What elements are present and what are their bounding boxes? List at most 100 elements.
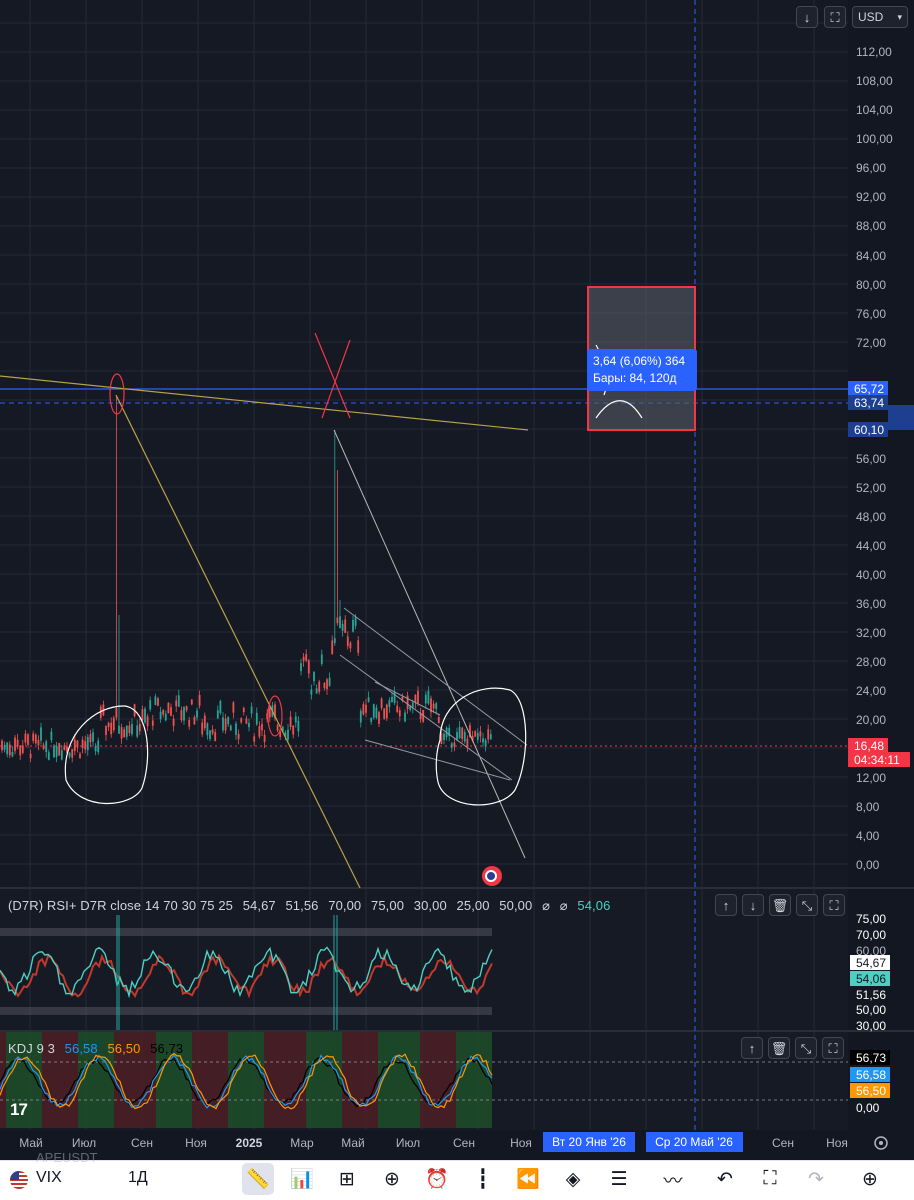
candle-body [323,683,326,689]
maximize-icon[interactable]: ⛶ [822,1037,844,1059]
candle-body [206,723,209,736]
candle-body [367,697,370,702]
candle-body [385,704,388,719]
candle-body [19,745,22,756]
chart-canvas[interactable]: 112,00 108,00 104,00 100,00 96,00 92,00 88,00 8… [0,0,914,1160]
chart-up-icon[interactable]: 📊 [289,1166,315,1192]
grid-icon[interactable]: ⊞ [334,1166,360,1192]
candle-body [203,715,206,729]
currency-select[interactable]: USD ▾ [852,6,908,28]
candle-body [55,745,58,757]
candle-body [172,718,175,726]
candle-body [136,725,139,737]
add-user-icon[interactable]: ⊕ [857,1166,883,1192]
rsi-legend[interactable]: (D7R) RSI+ D7R close 14 70 30 75 25 54,6… [8,898,616,914]
kdj-stripe [474,1032,480,1128]
collapse-icon[interactable]: ⤡ [796,894,818,916]
candle-body [276,725,279,731]
time-label: Сен [131,1136,153,1150]
alarm-icon[interactable]: ⏰ [424,1166,450,1192]
rsi-axis-labels: 75,0070,0060,0054,6754,0651,5650,0030,00 [850,912,890,1033]
candle-body [21,745,24,753]
candle-body [177,695,180,707]
undo-icon[interactable]: ↶ [712,1166,738,1192]
candles-icon[interactable]: ┇ [470,1166,496,1192]
candle-body [359,710,362,723]
candle-body [1,740,3,751]
kdj-stripe [444,1032,450,1128]
price-tag: 65,72 [854,382,884,396]
candle-body [310,689,313,695]
candle-body [302,656,305,661]
arrow-up-icon[interactable]: ↑ [741,1037,763,1059]
candle-body [487,729,490,740]
settings-sliders-icon[interactable]: ☰ [606,1166,632,1192]
symbol-button[interactable]: VIX [36,1169,62,1187]
candle-body [258,725,261,737]
redo-icon[interactable]: ↷ [803,1166,829,1192]
trash-icon[interactable]: 🗑 [769,894,791,916]
time-label: Сен [772,1136,794,1150]
plus-circle-icon[interactable]: ⊕ [379,1166,405,1192]
candle-body [287,729,289,740]
compare-icon[interactable]: 〰 [660,1166,686,1192]
candle-body [159,711,162,720]
candle-body [261,723,263,731]
candle-body [248,722,250,728]
maximize-icon[interactable]: ⛶ [823,894,845,916]
price-tag: 60,10 [854,423,884,437]
rsi-value-3: 75,00 [371,898,405,913]
kdj-axis-label: 56,58 [856,1068,886,1082]
candle-body [29,753,32,759]
candle-body [60,750,63,760]
trash-icon[interactable]: 🗑 [768,1037,790,1059]
candle-body [164,713,167,721]
candle-body [388,700,391,707]
candle-body [16,739,19,747]
candle-body [3,745,6,750]
time-label: Ноя [185,1136,207,1150]
candle-body [450,743,453,748]
candle-body [227,716,230,725]
arrow-down-icon[interactable]: ↓ [742,894,764,916]
kdj-stripe [258,1032,264,1128]
collapse-icon[interactable]: ⤡ [795,1037,817,1059]
rsi-symbol-a: ⌀ [542,898,550,913]
candle-body [370,717,373,722]
candle-body [354,616,357,626]
candle-body [380,698,383,709]
ruler-icon[interactable]: 📏 [242,1163,274,1195]
kdj-stripe [240,1032,246,1128]
candle-body [14,737,16,752]
kdj-pane-tools: ↑ 🗑 ⤡ ⛶ [741,1037,844,1059]
kdj-stripe [330,1032,336,1128]
rewind-icon[interactable]: ⏪ [515,1166,541,1192]
rsi-value-4: 30,00 [413,898,447,913]
kdj-stripe [192,1032,198,1128]
candle-body [318,681,321,692]
candle-body [58,743,61,756]
fullscreen-icon[interactable]: ⛶ [824,6,846,28]
interval-button[interactable]: 1Д [128,1169,148,1187]
candle-body [162,709,165,715]
price-label: 76,00 [856,307,886,321]
kdj-legend[interactable]: KDJ 9 3 56,58 56,50 56,73 [8,1041,189,1056]
candle-body [300,663,302,672]
candle-body [253,736,256,742]
candle-body [424,694,427,704]
candle-body [240,718,243,723]
candle-body [307,660,310,674]
candle-body [131,723,133,735]
candle-body [232,702,235,713]
arrow-up-icon[interactable]: ↑ [715,894,737,916]
kdj-stripe [462,1032,468,1128]
candle-body [157,698,159,706]
kdj-stripe [396,1032,402,1128]
rsi-value-6: 50,00 [499,898,533,913]
fullscreen-icon[interactable]: ⛶ [757,1166,783,1192]
arrow-down-icon[interactable]: ↓ [796,6,818,28]
kdj-title: KDJ 9 3 [8,1041,55,1056]
price-label: 48,00 [856,510,886,524]
layers-icon[interactable]: ◈ [560,1166,586,1192]
candle-body [196,710,198,718]
